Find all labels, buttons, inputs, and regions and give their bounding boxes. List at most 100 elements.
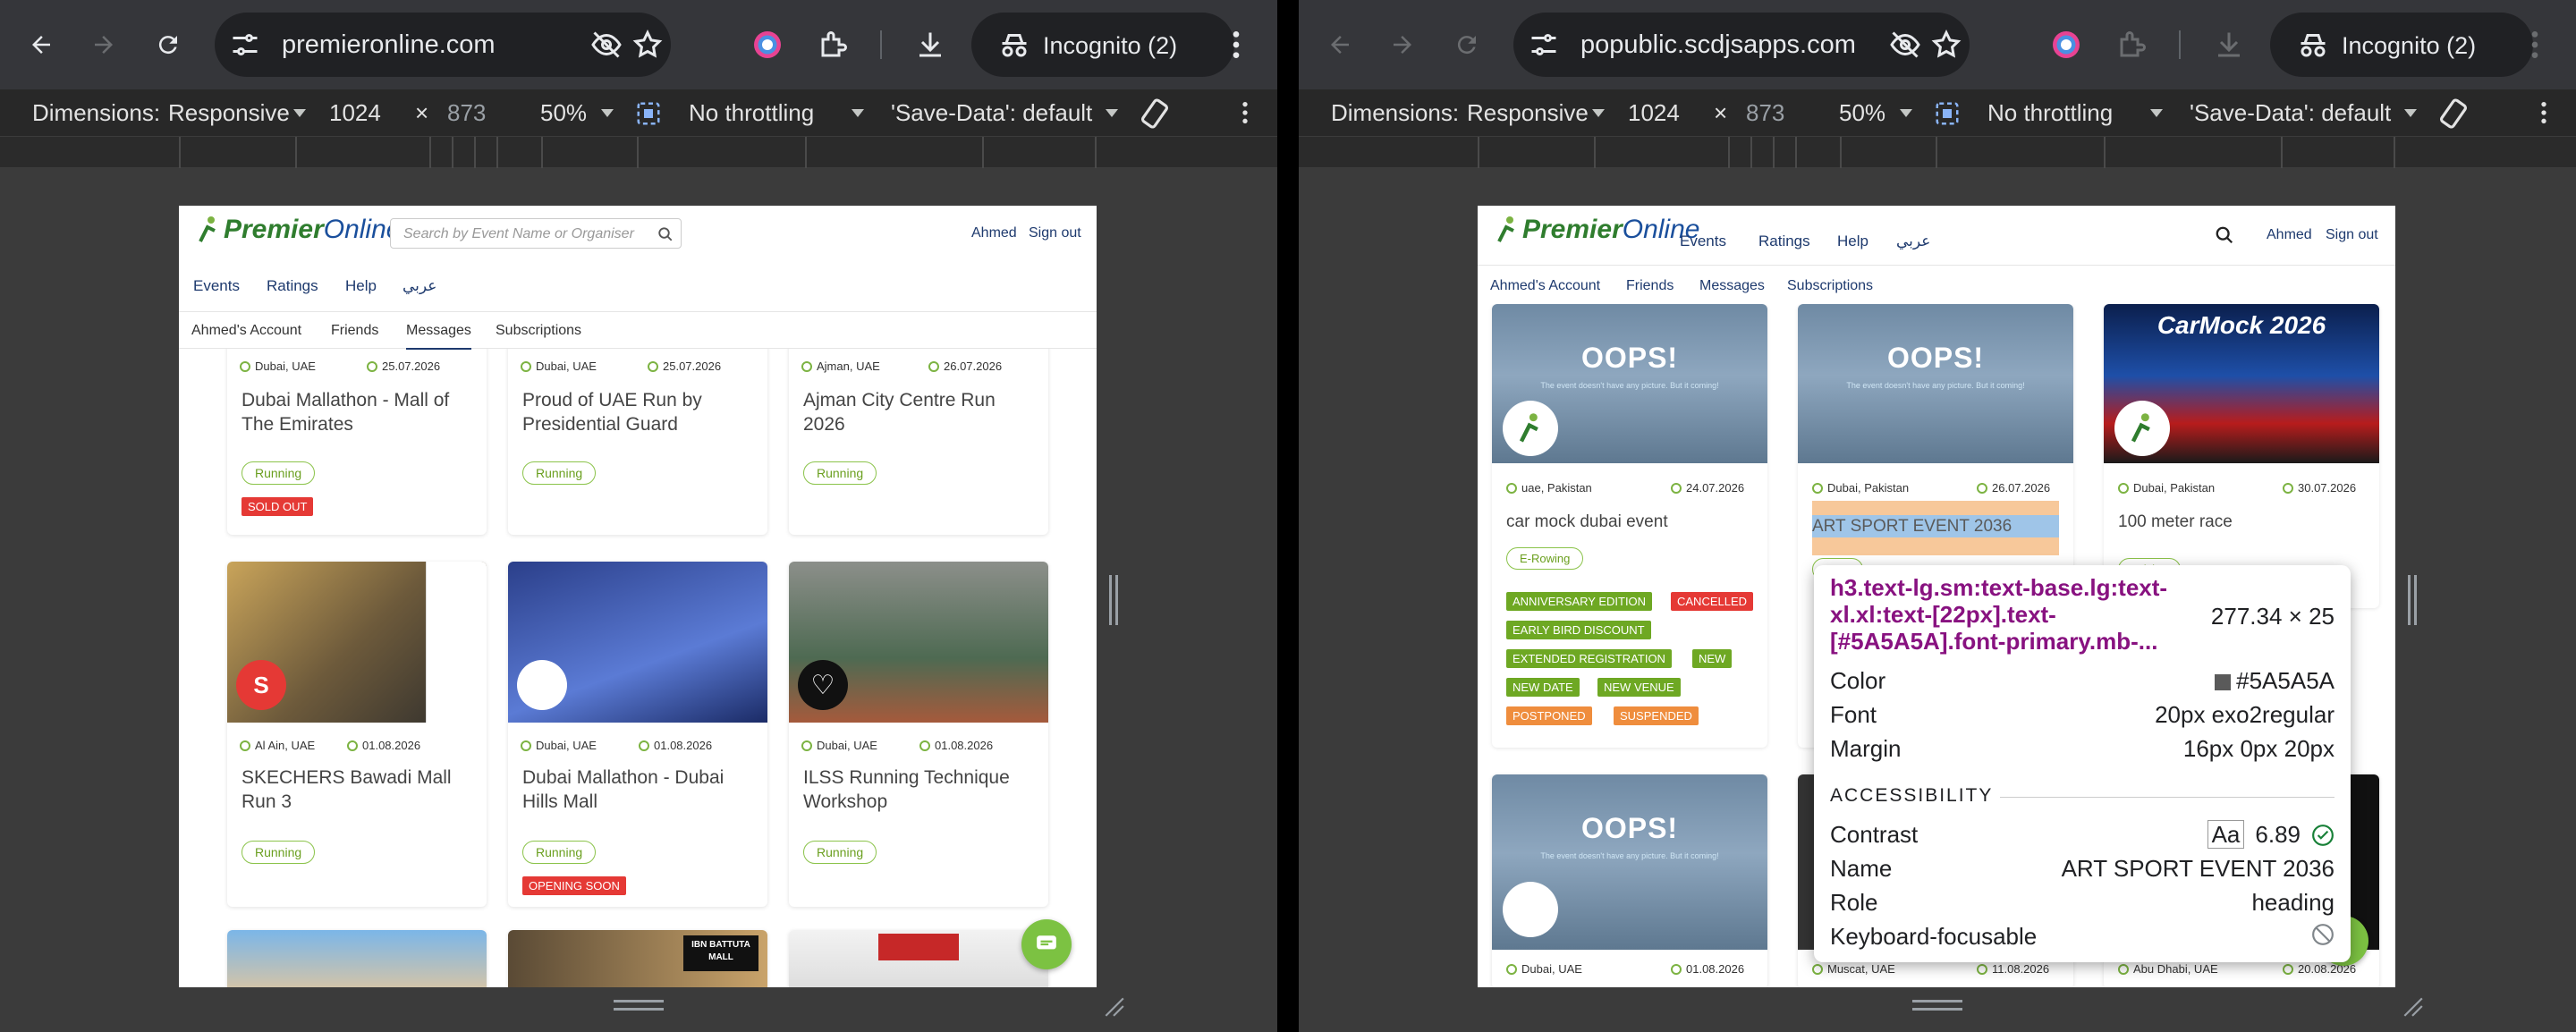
menu-events[interactable]: Events — [1680, 233, 1726, 250]
event-card[interactable]: Dubai, UAE 01.08.2026 Dubai Mallathon - … — [508, 562, 767, 907]
resize-handle-right[interactable] — [2408, 575, 2417, 625]
bookmark-star-icon[interactable] — [631, 29, 664, 61]
extensions-puzzle-icon[interactable] — [2116, 29, 2148, 61]
resize-corner-icon[interactable] — [2401, 994, 2424, 1018]
extensions-puzzle-icon[interactable] — [818, 29, 850, 61]
menu-events[interactable]: Events — [193, 277, 240, 295]
event-card[interactable]: S Al Ain, UAE 01.08.2026 SKECHERS Bawadi… — [227, 562, 487, 907]
event-image[interactable]: ♡ — [789, 562, 1048, 723]
menu-arabic[interactable]: عربي — [1896, 233, 1930, 250]
device-capture-icon[interactable] — [635, 100, 662, 127]
width-input[interactable]: 1024 — [1628, 99, 1680, 127]
more-menu-icon[interactable] — [2517, 27, 2553, 63]
bookmark-star-icon[interactable] — [1930, 29, 1962, 61]
forward-button[interactable] — [1377, 20, 1428, 70]
event-title[interactable]: Proud of UAE Run by Presidential Guard — [522, 388, 755, 436]
media-query-ruler[interactable] — [0, 136, 1277, 169]
device-select[interactable]: Responsive — [1467, 99, 1589, 127]
event-image-placeholder[interactable]: OOPS! The event doesn't have any picture… — [1492, 304, 1767, 463]
search-icon[interactable] — [2215, 225, 2234, 245]
incognito-badge[interactable]: Incognito (2) — [971, 13, 1234, 77]
width-input[interactable]: 1024 — [329, 99, 381, 127]
download-icon[interactable] — [2213, 29, 2245, 61]
event-image-placeholder[interactable]: OOPS! The event doesn't have any picture… — [1492, 774, 1767, 950]
url-text[interactable]: popublic.scdjsapps.com — [1580, 30, 1856, 60]
event-title[interactable]: ILSS Running Technique Workshop — [803, 766, 1036, 814]
subnav-friends[interactable]: Friends — [331, 323, 378, 339]
throttling-select[interactable]: No throttling — [1987, 99, 2113, 127]
back-button[interactable] — [16, 20, 66, 70]
event-title[interactable]: Dubai Mallathon - Mall of The Emirates — [242, 388, 474, 436]
signout-link[interactable]: Sign out — [1029, 225, 1081, 241]
event-image-placeholder[interactable]: OOPS! The event doesn't have any picture… — [1798, 304, 2073, 463]
signout-link[interactable]: Sign out — [2326, 227, 2378, 243]
zoom-select[interactable]: 50% — [1839, 99, 1885, 127]
event-image[interactable] — [789, 930, 1048, 987]
chat-button[interactable] — [1021, 919, 1072, 969]
event-image[interactable]: CarMock 2026 — [2104, 304, 2379, 463]
event-title[interactable]: car mock dubai event — [1506, 510, 1668, 534]
site-info-icon[interactable] — [1528, 29, 1560, 61]
rotate-icon[interactable] — [2436, 97, 2470, 131]
subnav-messages[interactable]: Messages — [1699, 278, 1765, 294]
save-data-select[interactable]: 'Save-Data': default — [2190, 99, 2391, 127]
more-options-icon[interactable] — [2529, 98, 2558, 127]
event-image[interactable]: IBN BATTUTA MALL — [508, 930, 767, 987]
site-info-icon[interactable] — [229, 29, 261, 61]
more-menu-icon[interactable] — [1218, 27, 1254, 63]
event-card[interactable]: Ajman, UAE 26.07.2026 Ajman City Centre … — [789, 340, 1048, 535]
url-text[interactable]: premieronline.com — [282, 30, 496, 60]
reload-button[interactable] — [143, 20, 193, 70]
resize-handle-bottom[interactable] — [614, 1000, 664, 1011]
resize-handle-bottom[interactable] — [1912, 1000, 1962, 1011]
more-options-icon[interactable] — [1231, 98, 1259, 127]
device-select[interactable]: Responsive — [168, 99, 290, 127]
event-title[interactable]: SKECHERS Bawadi Mall Run 3 — [242, 766, 474, 814]
menu-help[interactable]: Help — [1837, 233, 1868, 250]
event-title[interactable]: ART SPORT EVENT 2036 — [1812, 515, 2012, 537]
address-bar[interactable]: premieronline.com — [215, 13, 671, 77]
menu-arabic[interactable]: عربي — [402, 277, 436, 295]
reload-button[interactable] — [1442, 20, 1492, 70]
rotate-icon[interactable] — [1138, 97, 1172, 131]
resize-corner-icon[interactable] — [1102, 994, 1125, 1018]
event-image[interactable]: S — [227, 562, 487, 723]
search-icon[interactable] — [657, 226, 674, 242]
search-input[interactable]: Search by Event Name or Organiser — [390, 218, 682, 249]
height-input[interactable]: 873 — [447, 99, 486, 127]
event-image[interactable] — [508, 562, 767, 723]
event-card[interactable]: CarMock 2026 Dubai, Pakistan 30.07.2026 … — [2104, 304, 2379, 608]
incognito-badge[interactable]: Incognito (2) — [2270, 13, 2533, 77]
user-link[interactable]: Ahmed — [971, 225, 1017, 241]
event-card[interactable]: OOPS! The event doesn't have any picture… — [1492, 774, 1767, 987]
download-icon[interactable] — [914, 29, 946, 61]
event-card[interactable]: ♡ Dubai, UAE 01.08.2026 ILSS Running Tec… — [789, 562, 1048, 907]
subnav-account[interactable]: Ahmed's Account — [1490, 278, 1600, 294]
eye-off-icon[interactable] — [590, 29, 623, 61]
user-link[interactable]: Ahmed — [2267, 227, 2312, 243]
event-title[interactable]: Ajman City Centre Run 2026 — [803, 388, 1036, 436]
event-card[interactable]: Dubai, UAE 25.07.2026 Dubai Mallathon - … — [227, 340, 487, 535]
subnav-account[interactable]: Ahmed's Account — [191, 323, 301, 339]
menu-help[interactable]: Help — [345, 277, 377, 295]
event-title[interactable]: Dubai Mallathon - Dubai Hills Mall — [522, 766, 755, 814]
eye-off-icon[interactable] — [1889, 29, 1921, 61]
site-logo[interactable]: Premier Online — [195, 215, 401, 245]
menu-ratings[interactable]: Ratings — [1758, 233, 1810, 250]
event-card[interactable]: Dubai, UAE 25.07.2026 Proud of UAE Run b… — [508, 340, 767, 535]
zoom-select[interactable]: 50% — [540, 99, 587, 127]
site-logo[interactable]: Premier Online — [1494, 215, 1699, 245]
height-input[interactable]: 873 — [1746, 99, 1784, 127]
subnav-subscriptions[interactable]: Subscriptions — [496, 323, 581, 339]
back-button[interactable] — [1315, 20, 1365, 70]
save-data-select[interactable]: 'Save-Data': default — [891, 99, 1092, 127]
event-title[interactable]: 100 meter race — [2118, 510, 2233, 534]
menu-ratings[interactable]: Ratings — [267, 277, 318, 295]
throttling-select[interactable]: No throttling — [689, 99, 814, 127]
color-extension-icon[interactable] — [2050, 29, 2082, 61]
media-query-ruler[interactable] — [1299, 136, 2576, 169]
resize-handle-right[interactable] — [1109, 575, 1118, 625]
forward-button[interactable] — [79, 20, 129, 70]
subnav-subscriptions[interactable]: Subscriptions — [1787, 278, 1873, 294]
event-card[interactable]: OOPS! The event doesn't have any picture… — [1492, 304, 1767, 748]
